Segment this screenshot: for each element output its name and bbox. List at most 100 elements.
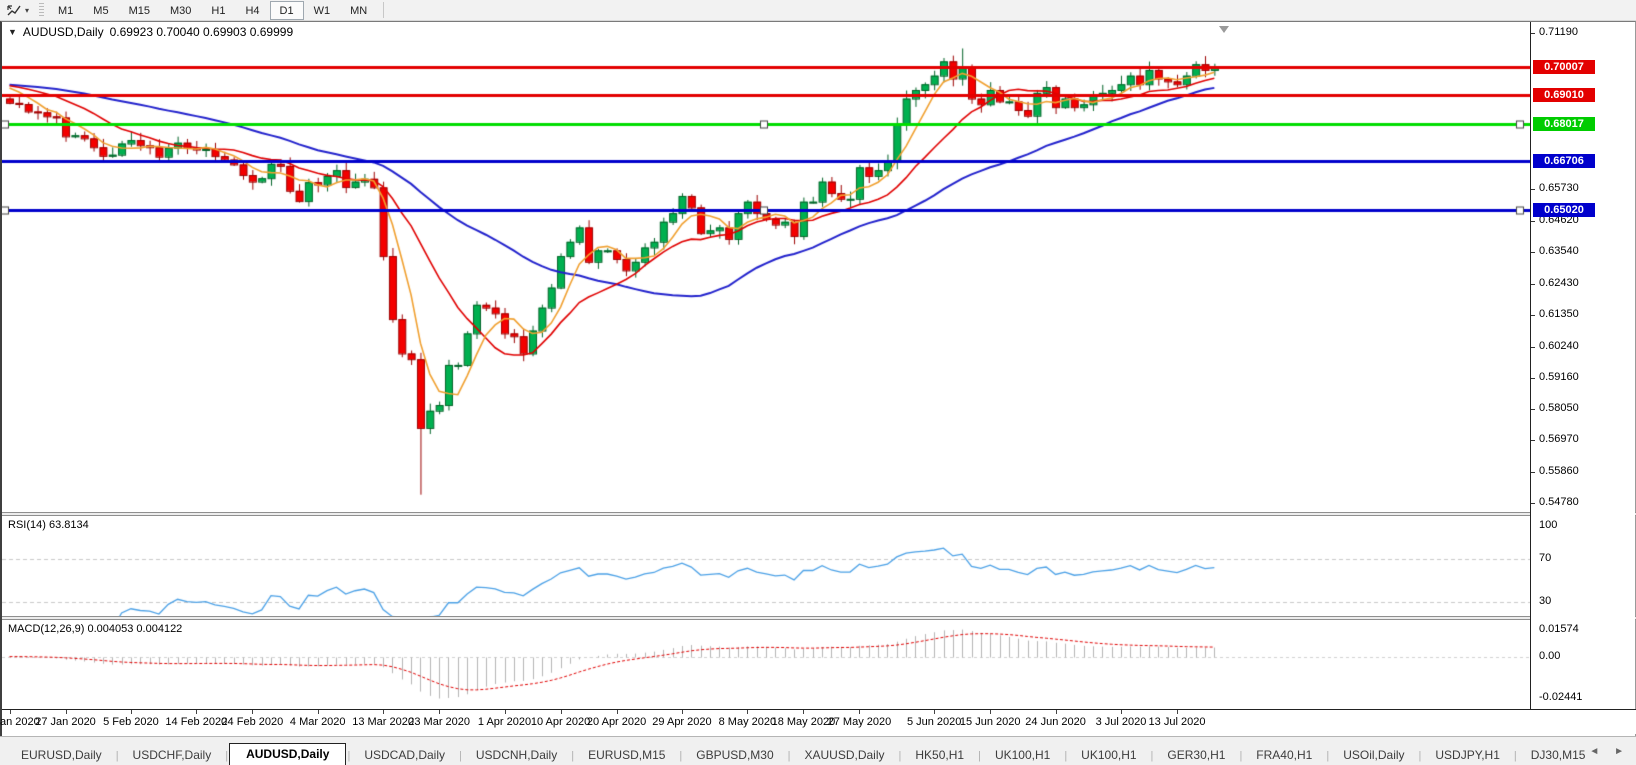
axis-tick-mark — [1531, 33, 1535, 34]
tab-eurusd-daily[interactable]: EURUSD,Daily — [8, 745, 115, 765]
axis-tick-mark — [1531, 378, 1535, 379]
tab-scroll-arrows[interactable]: ◄ ► — [1589, 746, 1630, 757]
rsi-axis-label: 100 — [1539, 519, 1557, 531]
timeframe-button-w1[interactable]: W1 — [304, 1, 341, 20]
date-label: 23 Mar 2020 — [408, 716, 470, 728]
date-label: 17 Jan 2020 — [0, 716, 40, 728]
tab-usdchf-daily[interactable]: USDCHF,Daily — [120, 745, 225, 765]
price-level-badge[interactable]: 0.66706 — [1533, 154, 1595, 168]
chart-shift-marker[interactable] — [1219, 26, 1229, 33]
date-label: 13 Jul 2020 — [1149, 716, 1206, 728]
date-tick-mark — [561, 710, 562, 714]
axis-tick-label: 0.62430 — [1539, 277, 1579, 289]
axis-tick-label: 0.56970 — [1539, 433, 1579, 445]
axis-tick-mark — [1531, 503, 1535, 504]
date-label: 24 Feb 2020 — [221, 716, 283, 728]
timeframe-button-m30[interactable]: M30 — [160, 1, 201, 20]
tab-uk100-h1[interactable]: UK100,H1 — [1068, 745, 1149, 765]
date-tick-mark — [505, 710, 506, 714]
chart-tab-bar: EURUSD,Daily|USDCHF,Daily|AUDUSD,Daily|U… — [0, 736, 1636, 765]
axis-tick-label: 0.63540 — [1539, 245, 1579, 257]
tab-ger30-h1[interactable]: GER30,H1 — [1154, 745, 1238, 765]
date-label: 27 May 2020 — [828, 716, 892, 728]
tab-usoil-daily[interactable]: USOil,Daily — [1330, 745, 1417, 765]
axis-tick-label: 0.58050 — [1539, 402, 1579, 414]
rsi-indicator-pane[interactable]: RSI(14) 63.8134 — [2, 516, 1530, 620]
rsi-canvas[interactable] — [2, 516, 1530, 620]
timeframe-button-m15[interactable]: M15 — [119, 1, 160, 20]
tab-eurusd-m15[interactable]: EURUSD,M15 — [575, 745, 678, 765]
date-tick-mark — [747, 710, 748, 714]
timeframe-button-d1[interactable]: D1 — [270, 1, 304, 20]
axis-tick-label: 0.61350 — [1539, 308, 1579, 320]
ohlc-values: 0.69923 0.70040 0.69903 0.69999 — [110, 25, 294, 39]
macd-axis-label: -0.02441 — [1539, 691, 1582, 703]
date-label: 5 Jun 2020 — [907, 716, 961, 728]
price-level-badge[interactable]: 0.69010 — [1533, 88, 1595, 102]
rsi-label: RSI(14) 63.8134 — [8, 519, 89, 531]
axis-tick-mark — [1531, 472, 1535, 473]
price-axis[interactable]: 0.711900.657300.646200.635400.624300.613… — [1530, 22, 1635, 709]
date-label: 14 Feb 2020 — [165, 716, 227, 728]
macd-canvas[interactable] — [2, 620, 1530, 709]
main-chart-canvas[interactable] — [2, 22, 1530, 512]
axis-tick-mark — [1531, 347, 1535, 348]
date-label: 4 Mar 2020 — [290, 716, 346, 728]
timeframe-toolbar: ▾ M1M5M15M30H1H4D1W1MN — [0, 0, 1636, 21]
date-tick-mark — [1177, 710, 1178, 714]
timeframe-button-h1[interactable]: H1 — [201, 1, 235, 20]
rsi-axis-label: 30 — [1539, 595, 1551, 607]
date-label: 3 Jul 2020 — [1096, 716, 1147, 728]
timeframe-button-m1[interactable]: M1 — [48, 1, 83, 20]
toolbar-grip[interactable] — [39, 3, 44, 18]
tab-usdjpy-h1[interactable]: USDJPY,H1 — [1422, 745, 1512, 765]
date-tick-mark — [803, 710, 804, 714]
chart-tools-group[interactable]: ▾ — [0, 0, 35, 21]
date-tick-mark — [1056, 710, 1057, 714]
date-tick-mark — [439, 710, 440, 714]
axis-tick-mark — [1531, 252, 1535, 253]
tab-xauusd-daily[interactable]: XAUUSD,Daily — [792, 745, 898, 765]
date-tick-mark — [990, 710, 991, 714]
tab-audusd-daily[interactable]: AUDUSD,Daily — [229, 743, 346, 765]
date-label: 13 Mar 2020 — [352, 716, 414, 728]
price-level-badge[interactable]: 0.65020 — [1533, 203, 1595, 217]
tab-usdcnh-daily[interactable]: USDCNH,Daily — [463, 745, 570, 765]
price-chart-pane[interactable]: ▼ AUDUSD,Daily 0.69923 0.70040 0.69903 0… — [2, 22, 1530, 512]
crosshair-cursor-icon[interactable] — [6, 3, 22, 18]
axis-tick-mark — [1531, 221, 1535, 222]
tab-gbpusd-m30[interactable]: GBPUSD,M30 — [683, 745, 786, 765]
axis-tick-label: 0.65730 — [1539, 182, 1579, 194]
date-tick-mark — [617, 710, 618, 714]
tab-fra40-h1[interactable]: FRA40,H1 — [1243, 745, 1325, 765]
timeframe-button-mn[interactable]: MN — [340, 1, 377, 20]
tab-dj30-m15[interactable]: DJ30,M15 — [1518, 745, 1596, 765]
price-level-badge[interactable]: 0.68017 — [1533, 117, 1595, 131]
date-tick-mark — [252, 710, 253, 714]
date-label: 27 Jan 2020 — [35, 716, 96, 728]
tab-usdcad-daily[interactable]: USDCAD,Daily — [351, 745, 458, 765]
date-label: 20 Apr 2020 — [587, 716, 646, 728]
date-tick-mark — [131, 710, 132, 714]
macd-axis-label: 0.01574 — [1539, 623, 1579, 635]
date-tick-mark — [10, 710, 11, 714]
chart-window: ▼ AUDUSD,Daily 0.69923 0.70040 0.69903 0… — [0, 21, 1636, 736]
timeframe-button-m5[interactable]: M5 — [83, 1, 118, 20]
macd-indicator-pane[interactable]: MACD(12,26,9) 0.004053 0.004122 — [2, 620, 1530, 709]
timeframe-button-h4[interactable]: H4 — [235, 1, 269, 20]
mt4-application-window: ▾ M1M5M15M30H1H4D1W1MN ▼ AUDUSD,Daily 0.… — [0, 0, 1636, 765]
axis-tick-mark — [1531, 284, 1535, 285]
tab-hk50-h1[interactable]: HK50,H1 — [902, 745, 977, 765]
axis-tick-mark — [1531, 409, 1535, 410]
chart-tab-strip: EURUSD,Daily|USDCHF,Daily|AUDUSD,Daily|U… — [8, 743, 1596, 765]
price-level-badge[interactable]: 0.70007 — [1533, 60, 1595, 74]
chevron-down-icon[interactable]: ▾ — [25, 6, 29, 15]
date-tick-mark — [859, 710, 860, 714]
collapse-arrow-icon[interactable]: ▼ — [8, 27, 17, 37]
chart-title: ▼ AUDUSD,Daily 0.69923 0.70040 0.69903 0… — [8, 25, 293, 39]
date-axis[interactable]: 17 Jan 202027 Jan 20205 Feb 202014 Feb 2… — [2, 709, 1636, 734]
toolbar-separator — [383, 2, 384, 18]
date-tick-mark — [383, 710, 384, 714]
tab-uk100-h1[interactable]: UK100,H1 — [982, 745, 1063, 765]
axis-tick-label: 0.55860 — [1539, 465, 1579, 477]
